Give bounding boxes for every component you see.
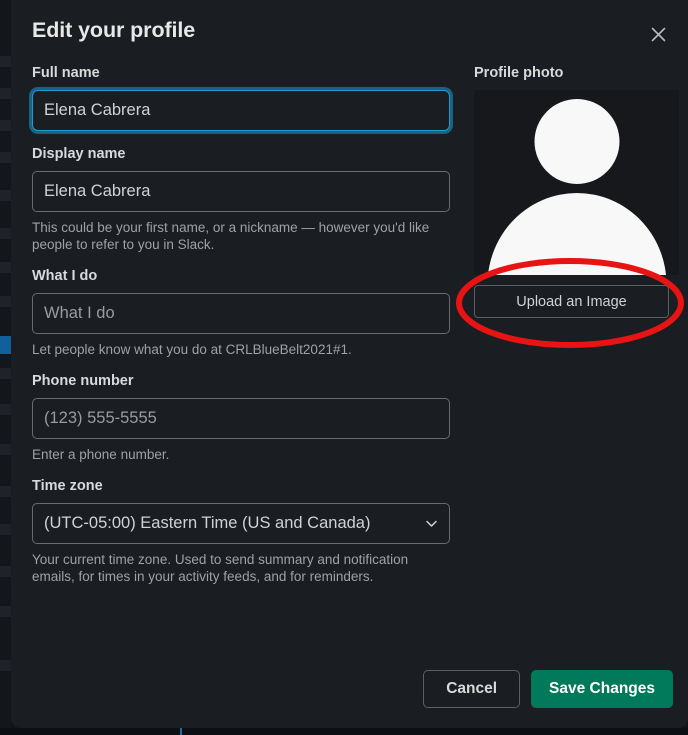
field-phone-number: Phone number Enter a phone number. [32,372,456,463]
background-sidebar-row-active [0,336,11,354]
background-sidebar-row [0,152,11,163]
avatar-body-shape [487,193,666,275]
field-time-zone: Time zone (UTC-05:00) Eastern Time (US a… [32,477,456,585]
edit-profile-dialog: Edit your profile Full name Display name… [11,0,688,728]
close-icon[interactable] [644,20,672,48]
background-sidebar-row [0,486,11,497]
page-title: Edit your profile [32,18,196,42]
field-display-name: Display name This could be your first na… [32,145,456,253]
time-zone-select-wrapper: (UTC-05:00) Eastern Time (US and Canada) [32,503,450,544]
background-sidebar-row [0,190,11,201]
profile-form: Full name Display name This could be you… [32,64,456,599]
dialog-footer: Cancel Save Changes [423,670,673,708]
background-sidebar-row [0,56,11,67]
display-name-input[interactable] [32,171,450,212]
background-sidebar-row [0,368,11,379]
background-sidebar-row [0,566,11,577]
background-sidebar-row [0,660,11,671]
phone-number-input[interactable] [32,398,450,439]
save-changes-button[interactable]: Save Changes [531,670,673,708]
avatar-head-shape [534,99,619,184]
background-sidebar-row [0,120,11,131]
what-i-do-helper: Let people know what you do at CRLBlueBe… [32,342,352,357]
background-sidebar-row [0,524,11,535]
background-sidebar-row [0,404,11,415]
upload-an-image-button[interactable]: Upload an Image [474,285,669,318]
background-sidebar-row [0,296,11,307]
background-sidebar-row [0,444,11,455]
time-zone-label: Time zone [32,478,103,494]
background-sidebar-row [0,88,11,99]
background-sidebar-row [0,606,11,617]
time-zone-select[interactable]: (UTC-05:00) Eastern Time (US and Canada) [32,503,450,544]
time-zone-selected-value: (UTC-05:00) Eastern Time (US and Canada) [44,514,371,532]
full-name-input[interactable] [32,90,450,131]
phone-number-helper: Enter a phone number. [32,447,170,462]
default-avatar-icon [474,90,679,275]
field-full-name: Full name [32,64,456,131]
background-bottom-tick [180,728,182,735]
what-i-do-input[interactable] [32,293,450,334]
background-sidebar-row [0,228,11,239]
background-sidebar-row [0,262,11,273]
background-sidebar [0,0,11,735]
background-bottom-bar [0,728,688,735]
full-name-label: Full name [32,65,100,81]
profile-photo-label: Profile photo [474,65,564,81]
phone-number-label: Phone number [32,373,134,389]
display-name-helper: This could be your first name, or a nick… [32,220,430,252]
what-i-do-label: What I do [32,268,98,284]
cancel-button[interactable]: Cancel [423,670,521,708]
display-name-label: Display name [32,146,126,162]
field-what-i-do: What I do Let people know what you do at… [32,267,456,358]
profile-photo-section: Profile photo Upload an Image [474,64,684,318]
time-zone-helper: Your current time zone. Used to send sum… [32,552,409,584]
